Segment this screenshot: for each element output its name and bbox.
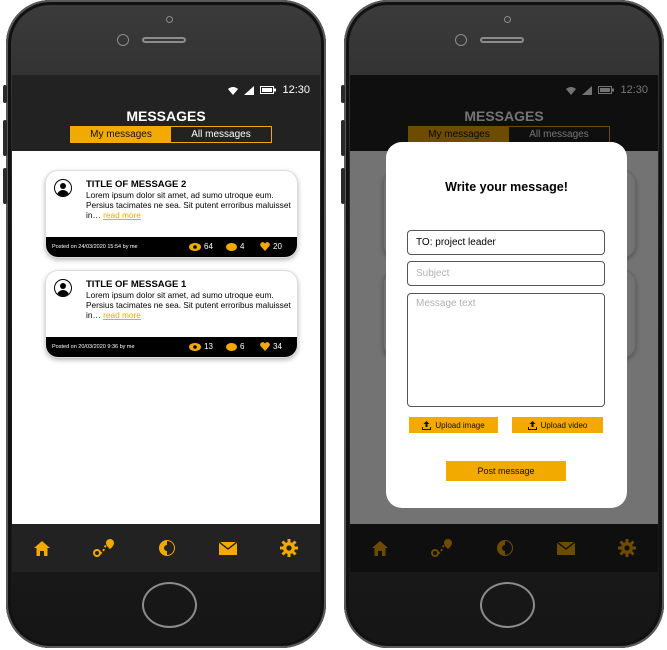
status-bar: 12:30 [12,75,320,103]
comment-icon [226,342,237,351]
message-title: TITLE OF MESSAGE 2 [86,179,187,190]
message-body: Lorem ipsum dolor sit amet, ad sumo utro… [86,290,291,320]
message-textarea[interactable]: Message text [407,293,605,407]
read-more-link[interactable]: read more [103,310,141,320]
message-footer: Posted on 20/03/2020 9:36 by me 13 6 34 [46,337,297,357]
heart-icon [260,242,270,251]
settings-icon[interactable] [280,539,299,557]
message-card[interactable]: TITLE OF MESSAGE 1 Lorem ipsum dolor sit… [46,271,297,357]
upload-video-button[interactable]: Upload video [512,417,603,433]
volume-down-button [3,168,7,204]
page-title: MESSAGES [126,108,206,124]
messages-screen: 12:30 MESSAGES My messages All messages … [12,75,320,572]
read-more-link[interactable]: read more [103,210,141,220]
likes-stat: 20 [260,242,282,251]
posted-info: Posted on 24/03/2020 15:54 by me [52,244,138,250]
home-icon[interactable] [33,540,50,556]
mail-icon[interactable] [219,541,238,555]
proximity-sensor [504,16,511,23]
modal-heading: Write your message! [445,180,568,194]
speaker-grill [142,37,186,43]
upload-icon [527,420,537,430]
tab-all-messages[interactable]: All messages [171,127,271,142]
views-stat: 13 [189,342,213,351]
upload-icon [422,420,432,430]
message-footer: Posted on 24/03/2020 15:54 by me 64 4 20 [46,237,297,257]
proximity-sensor [166,16,173,23]
message-body: Lorem ipsum dolor sit amet, ad sumo utro… [86,190,291,220]
front-camera [455,34,467,46]
avatar [54,179,72,197]
status-time: 12:30 [282,84,310,96]
phone-right: 12:30 MESSAGES My messages All messages … [341,0,664,648]
volume-up-button [3,120,7,156]
compose-screen: 12:30 MESSAGES My messages All messages … [350,75,658,572]
mute-switch [341,85,345,103]
eye-icon [189,242,201,251]
posted-info: Posted on 20/03/2020 9:36 by me [52,344,135,350]
route-icon[interactable] [92,539,115,557]
volume-down-button [341,168,345,204]
wifi-icon [228,86,239,95]
contrast-icon[interactable] [158,539,176,557]
signal-icon [244,85,255,95]
likes-stat: 34 [260,342,282,351]
message-list: TITLE OF MESSAGE 2 Lorem ipsum dolor sit… [12,151,320,572]
message-title: TITLE OF MESSAGE 1 [86,279,187,290]
mute-switch [3,85,7,103]
heart-icon [260,342,270,351]
front-camera [117,34,129,46]
avatar [54,279,72,297]
battery-icon [260,86,277,94]
recipient-field[interactable]: TO: project leader [407,230,605,255]
compose-modal: Write your message! TO: project leader S… [386,142,627,508]
speaker-grill [480,37,524,43]
home-button [142,582,197,628]
message-tabs: My messages All messages [70,126,272,143]
views-stat: 64 [189,242,213,251]
tab-my-messages[interactable]: My messages [71,127,171,142]
subject-field[interactable]: Subject [407,261,605,286]
comments-stat: 6 [226,342,244,351]
volume-up-button [341,120,345,156]
comment-icon [226,242,237,251]
eye-icon [189,342,201,351]
message-card[interactable]: TITLE OF MESSAGE 2 Lorem ipsum dolor sit… [46,171,297,257]
bottom-nav [12,524,320,572]
upload-image-button[interactable]: Upload image [409,417,498,433]
phone-left: 12:30 MESSAGES My messages All messages … [3,0,326,648]
home-button [480,582,535,628]
comments-stat: 4 [226,242,244,251]
post-message-button[interactable]: Post message [446,461,566,481]
